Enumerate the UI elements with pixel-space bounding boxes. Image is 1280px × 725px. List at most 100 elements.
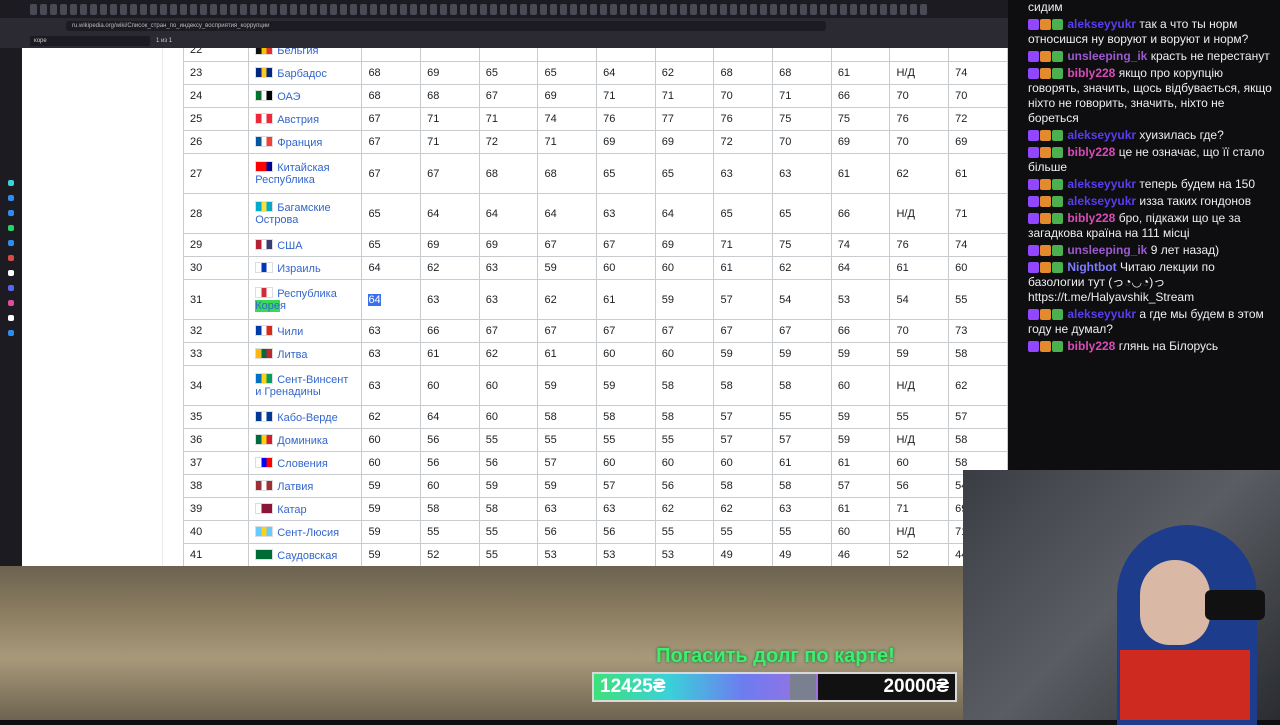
country-link[interactable]: США [277, 240, 302, 252]
browser-tab[interactable] [730, 4, 737, 15]
browser-tab[interactable] [600, 4, 607, 15]
browser-tab[interactable] [170, 4, 177, 15]
browser-tab[interactable] [840, 4, 847, 15]
browser-tab[interactable] [900, 4, 907, 15]
country-link[interactable]: Кабо-Верде [277, 412, 337, 424]
browser-tab[interactable] [80, 4, 87, 15]
chat-username[interactable]: bibly228 [1064, 145, 1119, 159]
country-link[interactable]: Франция [277, 137, 322, 149]
browser-tab[interactable] [180, 4, 187, 15]
browser-tab[interactable] [410, 4, 417, 15]
browser-tab[interactable] [920, 4, 927, 15]
browser-tab[interactable] [120, 4, 127, 15]
browser-tab[interactable] [570, 4, 577, 15]
browser-tab[interactable] [820, 4, 827, 15]
browser-tab[interactable] [390, 4, 397, 15]
country-link[interactable]: Сент-Люсия [277, 527, 339, 539]
tab-bar[interactable] [0, 0, 1008, 18]
browser-tab[interactable] [720, 4, 727, 15]
country-link[interactable]: Саудовская [277, 550, 337, 562]
browser-tab[interactable] [750, 4, 757, 15]
browser-tab[interactable] [860, 4, 867, 15]
chat-username[interactable]: alekseyyukr [1064, 17, 1139, 31]
browser-tab[interactable] [240, 4, 247, 15]
browser-tab[interactable] [650, 4, 657, 15]
browser-tab[interactable] [60, 4, 67, 15]
browser-tab[interactable] [260, 4, 267, 15]
browser-tab[interactable] [250, 4, 257, 15]
country-link[interactable]: Катар [277, 504, 306, 516]
browser-tab[interactable] [520, 4, 527, 15]
browser-tab[interactable] [770, 4, 777, 15]
browser-tab[interactable] [790, 4, 797, 15]
browser-tab[interactable] [470, 4, 477, 15]
browser-tab[interactable] [830, 4, 837, 15]
browser-tab[interactable] [290, 4, 297, 15]
chat-username[interactable]: bibly228 [1064, 211, 1119, 225]
country-link[interactable]: ОАЭ [277, 91, 300, 103]
country-link[interactable]: Латвия [277, 481, 313, 493]
chat-username[interactable]: alekseyyukr [1064, 307, 1139, 321]
browser-tab[interactable] [40, 4, 47, 15]
browser-tab[interactable] [640, 4, 647, 15]
browser-tab[interactable] [630, 4, 637, 15]
chat-username[interactable]: unsleeping_ik [1064, 49, 1151, 63]
chat-username[interactable]: Nightbot [1064, 260, 1120, 274]
country-link[interactable]: Словения [277, 458, 328, 470]
sidebar-app-icon[interactable] [8, 255, 14, 261]
browser-tab[interactable] [540, 4, 547, 15]
sidebar-app-icon[interactable] [8, 240, 14, 246]
browser-tab[interactable] [590, 4, 597, 15]
browser-tab[interactable] [300, 4, 307, 15]
find-input[interactable]: коре [30, 36, 150, 46]
browser-tab[interactable] [370, 4, 377, 15]
browser-tab[interactable] [280, 4, 287, 15]
country-link[interactable]: Израиль [277, 263, 320, 275]
browser-tab[interactable] [810, 4, 817, 15]
browser-tab[interactable] [430, 4, 437, 15]
browser-tab[interactable] [850, 4, 857, 15]
chat-username[interactable]: bibly228 [1064, 66, 1119, 80]
chat-username[interactable]: alekseyyukr [1064, 177, 1139, 191]
country-link[interactable]: Барбадос [277, 68, 327, 80]
browser-tab[interactable] [50, 4, 57, 15]
browser-tab[interactable] [780, 4, 787, 15]
browser-tab[interactable] [70, 4, 77, 15]
browser-tab[interactable] [320, 4, 327, 15]
chat-username[interactable]: bibly228 [1064, 339, 1119, 353]
browser-tab[interactable] [660, 4, 667, 15]
browser-tab[interactable] [880, 4, 887, 15]
browser-tab[interactable] [450, 4, 457, 15]
browser-tab[interactable] [690, 4, 697, 15]
browser-tab[interactable] [270, 4, 277, 15]
browser-tab[interactable] [440, 4, 447, 15]
country-link[interactable]: Чили [277, 326, 303, 338]
browser-tab[interactable] [500, 4, 507, 15]
browser-tab[interactable] [200, 4, 207, 15]
browser-tab[interactable] [890, 4, 897, 15]
browser-tab[interactable] [760, 4, 767, 15]
browser-tab[interactable] [680, 4, 687, 15]
country-link[interactable]: Бельгия [277, 48, 318, 57]
browser-tab[interactable] [460, 4, 467, 15]
browser-tab[interactable] [700, 4, 707, 15]
browser-tab[interactable] [190, 4, 197, 15]
browser-tab[interactable] [710, 4, 717, 15]
browser-tab[interactable] [110, 4, 117, 15]
browser-tab[interactable] [100, 4, 107, 15]
chat-username[interactable]: alekseyyukr [1064, 194, 1139, 208]
sidebar-app-icon[interactable] [8, 315, 14, 321]
browser-tab[interactable] [360, 4, 367, 15]
browser-tab[interactable] [580, 4, 587, 15]
browser-tab[interactable] [740, 4, 747, 15]
browser-tab[interactable] [90, 4, 97, 15]
browser-tab[interactable] [380, 4, 387, 15]
url-field[interactable]: ru.wikipedia.org/wiki/Список_стран_по_ин… [66, 21, 826, 31]
sidebar-app-icon[interactable] [8, 195, 14, 201]
browser-tab[interactable] [150, 4, 157, 15]
sidebar-app-icon[interactable] [8, 300, 14, 306]
browser-tab[interactable] [350, 4, 357, 15]
chat-username[interactable]: unsleeping_ik [1064, 243, 1151, 257]
browser-tab[interactable] [620, 4, 627, 15]
browser-tab[interactable] [140, 4, 147, 15]
